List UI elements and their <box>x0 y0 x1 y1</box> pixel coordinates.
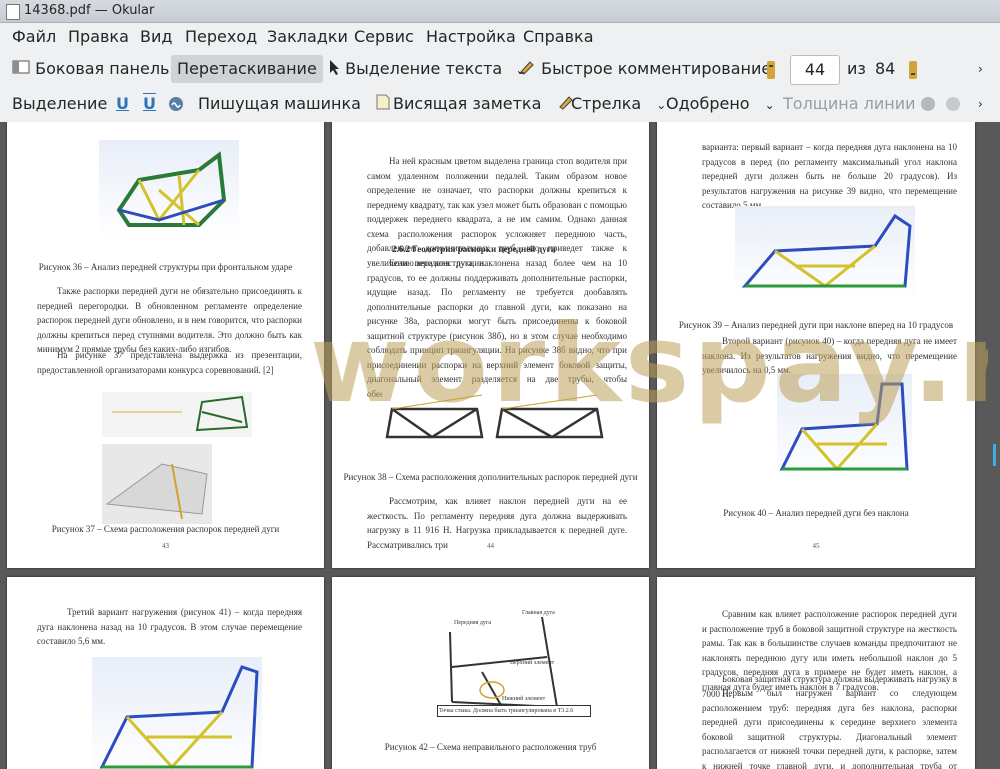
vertical-scrollbar[interactable] <box>988 122 1000 769</box>
arrow-tool-button[interactable]: Стрелка ⌄ <box>571 90 666 118</box>
sidebar-icon <box>12 56 30 84</box>
page-44: На ней красным цветом выделена граница с… <box>332 122 649 568</box>
quick-comment-button[interactable]: Быстрое комментирование <box>518 55 771 83</box>
p44-paragraph-2: Если передняя дуга наклонена назад более… <box>367 258 627 399</box>
page-number: 43 <box>162 542 169 550</box>
squiggle-icon[interactable] <box>168 96 184 116</box>
quick-comment-label: Быстрое комментирование <box>541 59 772 78</box>
page-47: Передняя дуга Главная дуга Верхний элеме… <box>332 577 649 769</box>
menu-edit[interactable]: Правка <box>68 27 129 46</box>
sticky-note-button[interactable]: Висящая заметка <box>393 90 575 118</box>
page-45: варианта: первый вариант – когда передня… <box>657 122 975 568</box>
figure-36-image <box>99 140 239 240</box>
text-selection-button[interactable]: Выделение текста ⌄ <box>328 55 525 83</box>
figure-39-caption: Рисунок 39 – Анализ передней дуги при на… <box>678 320 954 330</box>
menu-file[interactable]: Файл <box>12 27 56 46</box>
label-main-hoop: Главная дуга <box>522 610 555 616</box>
label-front-hoop: Передняя дуга <box>454 620 492 626</box>
stamp-button[interactable]: Одобрено ⌄ <box>666 90 775 118</box>
menu-go[interactable]: Переход <box>185 27 257 46</box>
figure-40-image <box>777 374 912 484</box>
menu-bookmarks[interactable]: Закладки <box>267 27 348 46</box>
pdf-file-icon <box>6 4 20 20</box>
page-43: Рисунок 36 – Анализ передней структуры п… <box>7 122 324 568</box>
window-title: 14368.pdf — Okular <box>24 3 155 18</box>
p45-paragraph-2: Второй вариант (рисунок 40) – когда пере… <box>702 336 957 375</box>
page-48: Сравним как влияет расположение распорок… <box>657 577 975 769</box>
sidebar-button[interactable]: Боковая панель <box>12 55 169 83</box>
title-bar: 14368.pdf — Okular <box>0 0 1000 23</box>
figure-37-caption: Рисунок 37 – Схема расположения распорок… <box>51 524 280 534</box>
note-icon <box>376 91 390 119</box>
page-number-input[interactable]: 44 <box>790 55 840 85</box>
figure-42-note: Точка стыка. Должна быть триангулирована… <box>437 705 591 717</box>
figure-37a-image <box>102 392 252 437</box>
highlighter-icon <box>518 56 536 84</box>
p45-paragraph-1: варианта: первый вариант – когда передня… <box>702 142 957 210</box>
selection-tool-button[interactable]: Выделение <box>12 90 107 118</box>
sidebar-label: Боковая панель <box>35 59 170 78</box>
menu-tools[interactable]: Сервис <box>354 27 414 46</box>
figure-42-caption: Рисунок 42 – Схема неправильного располо… <box>384 742 597 752</box>
cursor-icon <box>328 56 340 84</box>
page-total-label: 84 <box>875 59 896 78</box>
page-number: 44 <box>487 542 494 550</box>
menu-bar: Файл Правка Вид Переход Закладки Сервис … <box>0 22 1000 52</box>
p43-paragraph-1: Также распорки передней дуги не обязател… <box>37 286 302 354</box>
document-viewport[interactable]: Рисунок 36 – Анализ передней структуры п… <box>0 122 1000 769</box>
p48-paragraph-3: Первым был нагружен вариант со следующем… <box>702 688 957 769</box>
p43-paragraph-2: На рисунке 37 представлена выдержка из п… <box>37 350 302 375</box>
toolbar-overflow-icon[interactable]: › <box>978 55 983 83</box>
label-upper-member: Верхний элемент <box>510 660 555 666</box>
color-icon[interactable] <box>920 96 936 116</box>
typewriter-button[interactable]: Пишущая машинка <box>198 90 390 118</box>
opacity-icon[interactable] <box>945 96 961 116</box>
sticky-note-label: Висящая заметка <box>393 94 542 113</box>
typewriter-label: Пишущая машинка <box>198 94 361 113</box>
figure-39-image <box>735 206 915 301</box>
toolbar-overflow-icon[interactable]: › <box>978 90 983 118</box>
next-page-icon[interactable] <box>908 60 918 84</box>
page-46: Третий вариант нагружения (рисунок 41) –… <box>7 577 324 769</box>
selection-label: Выделение <box>12 94 108 113</box>
chevron-down-icon[interactable]: ⌄ <box>656 98 666 112</box>
figure-36-caption: Рисунок 36 – Анализ передней структуры п… <box>38 262 293 272</box>
line-width-button[interactable]: Толщина линии <box>783 90 916 118</box>
underline-icon[interactable]: U <box>116 90 129 118</box>
figure-41-image <box>92 657 262 769</box>
page-of-label: из <box>847 59 866 78</box>
p46-paragraph-1: Третий вариант нагружения (рисунок 41) –… <box>37 607 302 646</box>
annotation-toolbar: Выделение U U Пишущая машинка Висящая за… <box>0 88 1000 123</box>
text-selection-label: Выделение текста <box>345 59 503 78</box>
drag-tool-button[interactable]: Перетаскивание <box>171 55 323 83</box>
previous-page-icon[interactable] <box>766 60 776 84</box>
strikeout-icon[interactable]: U <box>143 90 156 118</box>
figure-38-caption: Рисунок 38 – Схема расположения дополнит… <box>343 472 638 482</box>
page-number: 45 <box>812 542 820 550</box>
figure-38-image <box>382 387 607 447</box>
drag-label: Перетаскивание <box>177 59 317 78</box>
scrollbar-thumb[interactable] <box>993 444 996 466</box>
approved-label: Одобрено <box>666 94 750 113</box>
chevron-down-icon[interactable]: ⌄ <box>765 98 775 112</box>
line-width-label: Толщина линии <box>783 94 916 113</box>
arrow-label: Стрелка <box>571 94 642 113</box>
menu-help[interactable]: Справка <box>523 27 594 46</box>
menu-view[interactable]: Вид <box>140 27 172 46</box>
main-toolbar: Боковая панель Перетаскивание Выделение … <box>0 53 1000 87</box>
menu-settings[interactable]: Настройка <box>426 27 516 46</box>
figure-37b-image <box>102 444 212 524</box>
figure-40-caption: Рисунок 40 – Анализ передней дуги без на… <box>723 508 909 518</box>
label-lower-member: Нижний элемент <box>502 696 546 702</box>
p44-heading: 2.6.2 Геометрия распорки передней дуги <box>392 244 556 254</box>
